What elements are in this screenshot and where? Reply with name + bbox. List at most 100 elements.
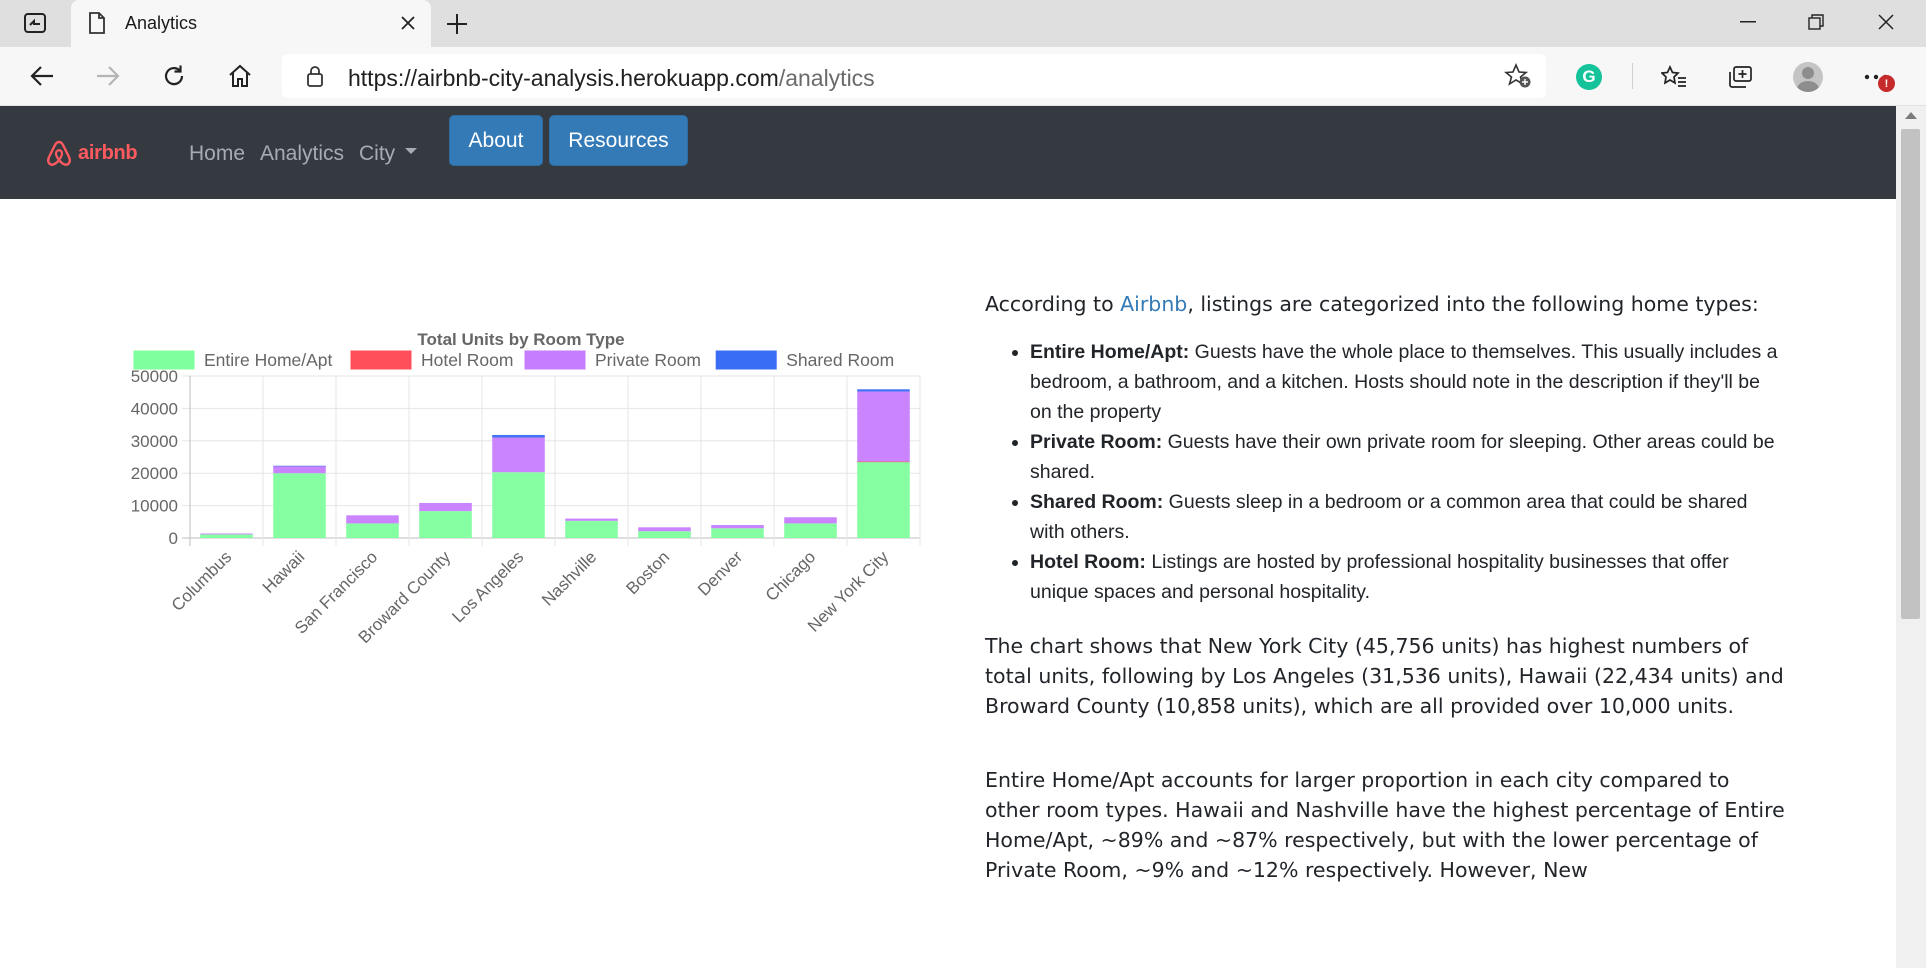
legend-label: Hotel Room [421, 350, 513, 370]
bar-segment [784, 523, 837, 538]
url-host: https://airbnb-city-analysis.herokuapp.c… [348, 65, 779, 91]
airbnb-logo-icon [47, 140, 71, 166]
close-window-icon[interactable] [1852, 0, 1920, 44]
list-item-entire-home: Entire Home/Apt: Guests have the whole p… [1030, 337, 1785, 427]
airbnb-link[interactable]: Airbnb [1120, 292, 1187, 316]
proportion-paragraph: Entire Home/Apt accounts for larger prop… [985, 768, 1785, 882]
brand-name: airbnb [78, 141, 138, 164]
bar-segment [273, 473, 326, 538]
y-tick-label: 30000 [131, 432, 178, 451]
bar-segment [273, 465, 326, 467]
bar-segment [857, 461, 910, 538]
y-tick-label: 0 [169, 529, 178, 548]
y-tick-label: 10000 [131, 497, 178, 516]
y-tick-label: 40000 [131, 399, 178, 418]
bar-segment [565, 518, 618, 521]
bar-segment [492, 437, 545, 473]
scrollbar-thumb[interactable] [1901, 129, 1920, 619]
legend-swatch [715, 350, 777, 370]
intro-text-after: , listings are categorized into the foll… [1187, 292, 1759, 316]
room-type-chart: Total Units by Room Type Entire Home/Apt H… [100, 276, 930, 776]
stacked-bar-chart: Total Units by Room Type Entire Home/Apt H… [131, 330, 921, 647]
forward-icon[interactable] [88, 56, 128, 96]
bar-segment [200, 534, 253, 538]
legend-swatch [350, 350, 412, 370]
y-tick-label: 20000 [131, 464, 178, 483]
nav-home[interactable]: Home [189, 142, 245, 166]
browser-tab-analytics[interactable]: Analytics [71, 0, 431, 47]
x-tick-label: Nashville [538, 547, 600, 609]
chevron-down-icon [405, 148, 418, 155]
bar-segment [857, 461, 910, 463]
notification-badge: ! [1878, 75, 1895, 92]
nav-analytics[interactable]: Analytics [260, 142, 344, 166]
lock-icon[interactable] [306, 65, 324, 92]
bar-segment [419, 511, 472, 538]
type-name: Entire Home/Apt: [1030, 341, 1190, 363]
bar-segment [784, 517, 837, 524]
airbnb-logo[interactable]: airbnb [44, 139, 138, 167]
legend-label: Shared Room [786, 350, 894, 370]
bar-segment [492, 472, 545, 538]
y-tick-label: 50000 [131, 367, 178, 386]
address-bar[interactable]: https://airbnb-city-analysis.herokuapp.c… [282, 54, 1546, 98]
nav-city-dropdown[interactable]: City [359, 142, 418, 166]
resources-button[interactable]: Resources [549, 115, 688, 166]
list-item-hotel-room: Hotel Room: Listings are hosted by profe… [1030, 547, 1785, 607]
toolbar-divider [1632, 63, 1633, 89]
bar-segment [492, 434, 545, 438]
home-icon[interactable] [220, 56, 260, 96]
bar-segment [273, 466, 326, 474]
address-toolbar: https://airbnb-city-analysis.herokuapp.c… [0, 47, 1926, 106]
new-tab-icon[interactable] [442, 9, 472, 39]
scroll-up-icon[interactable] [1905, 112, 1917, 119]
bar-segment [857, 391, 910, 462]
list-item-private-room: Private Room: Guests have their own priv… [1030, 427, 1785, 487]
reload-icon[interactable] [154, 56, 194, 96]
grammarly-icon[interactable]: G [1571, 59, 1607, 95]
legend-label: Entire Home/Apt [204, 350, 333, 370]
intro-paragraph: According to Airbnb, listings are catego… [985, 289, 1785, 319]
tab-title: Analytics [125, 13, 198, 33]
url-path: /analytics [778, 65, 875, 91]
bar-segment [857, 389, 910, 392]
room-type-list: Entire Home/Apt: Guests have the whole p… [1030, 337, 1785, 607]
restore-icon[interactable] [1782, 0, 1850, 44]
bar-segment [711, 525, 764, 529]
x-tick-label: Los Angeles [448, 547, 527, 626]
x-tick-label: Hawaii [259, 547, 309, 597]
page-scrollbar[interactable] [1896, 106, 1926, 968]
minimize-icon[interactable] [1714, 0, 1782, 44]
type-name: Shared Room: [1030, 491, 1164, 513]
collections-icon[interactable] [1722, 59, 1758, 95]
list-item-shared-room: Shared Room: Guests sleep in a bedroom o… [1030, 487, 1785, 547]
page-icon [88, 12, 106, 39]
about-button[interactable]: About [449, 115, 543, 166]
bar-segment [419, 503, 472, 512]
legend-label: Private Room [595, 350, 701, 370]
nav-city-label: City [359, 142, 396, 165]
url-text: https://airbnb-city-analysis.herokuapp.c… [348, 65, 875, 92]
x-tick-label: Chicago [762, 547, 820, 605]
bar-segment [565, 520, 618, 538]
x-tick-label: Boston [622, 547, 673, 598]
chart-title: Total Units by Room Type [417, 330, 624, 349]
favorites-icon[interactable] [1656, 59, 1692, 95]
profile-avatar[interactable] [1790, 59, 1826, 95]
site-navbar: airbnb Home Analytics City About Resourc… [0, 106, 1896, 199]
analysis-text: According to Airbnb, listings are catego… [985, 289, 1785, 885]
add-favorite-icon[interactable] [1503, 62, 1532, 94]
x-tick-label: Columbus [168, 547, 236, 615]
type-name: Private Room: [1030, 431, 1163, 453]
type-name: Hotel Room: [1030, 551, 1146, 573]
intro-text-before: According to [985, 292, 1121, 316]
back-icon[interactable] [22, 56, 62, 96]
legend-swatch [524, 350, 586, 370]
bar-segment [638, 527, 691, 532]
tab-actions-icon[interactable] [14, 9, 56, 37]
tab-strip: Analytics [0, 0, 1926, 47]
summary-paragraph: The chart shows that New York City (45,7… [985, 634, 1784, 718]
x-tick-label: Denver [694, 547, 746, 599]
close-tab-icon[interactable] [397, 12, 419, 34]
page-viewport: airbnb Home Analytics City About Resourc… [0, 106, 1896, 968]
